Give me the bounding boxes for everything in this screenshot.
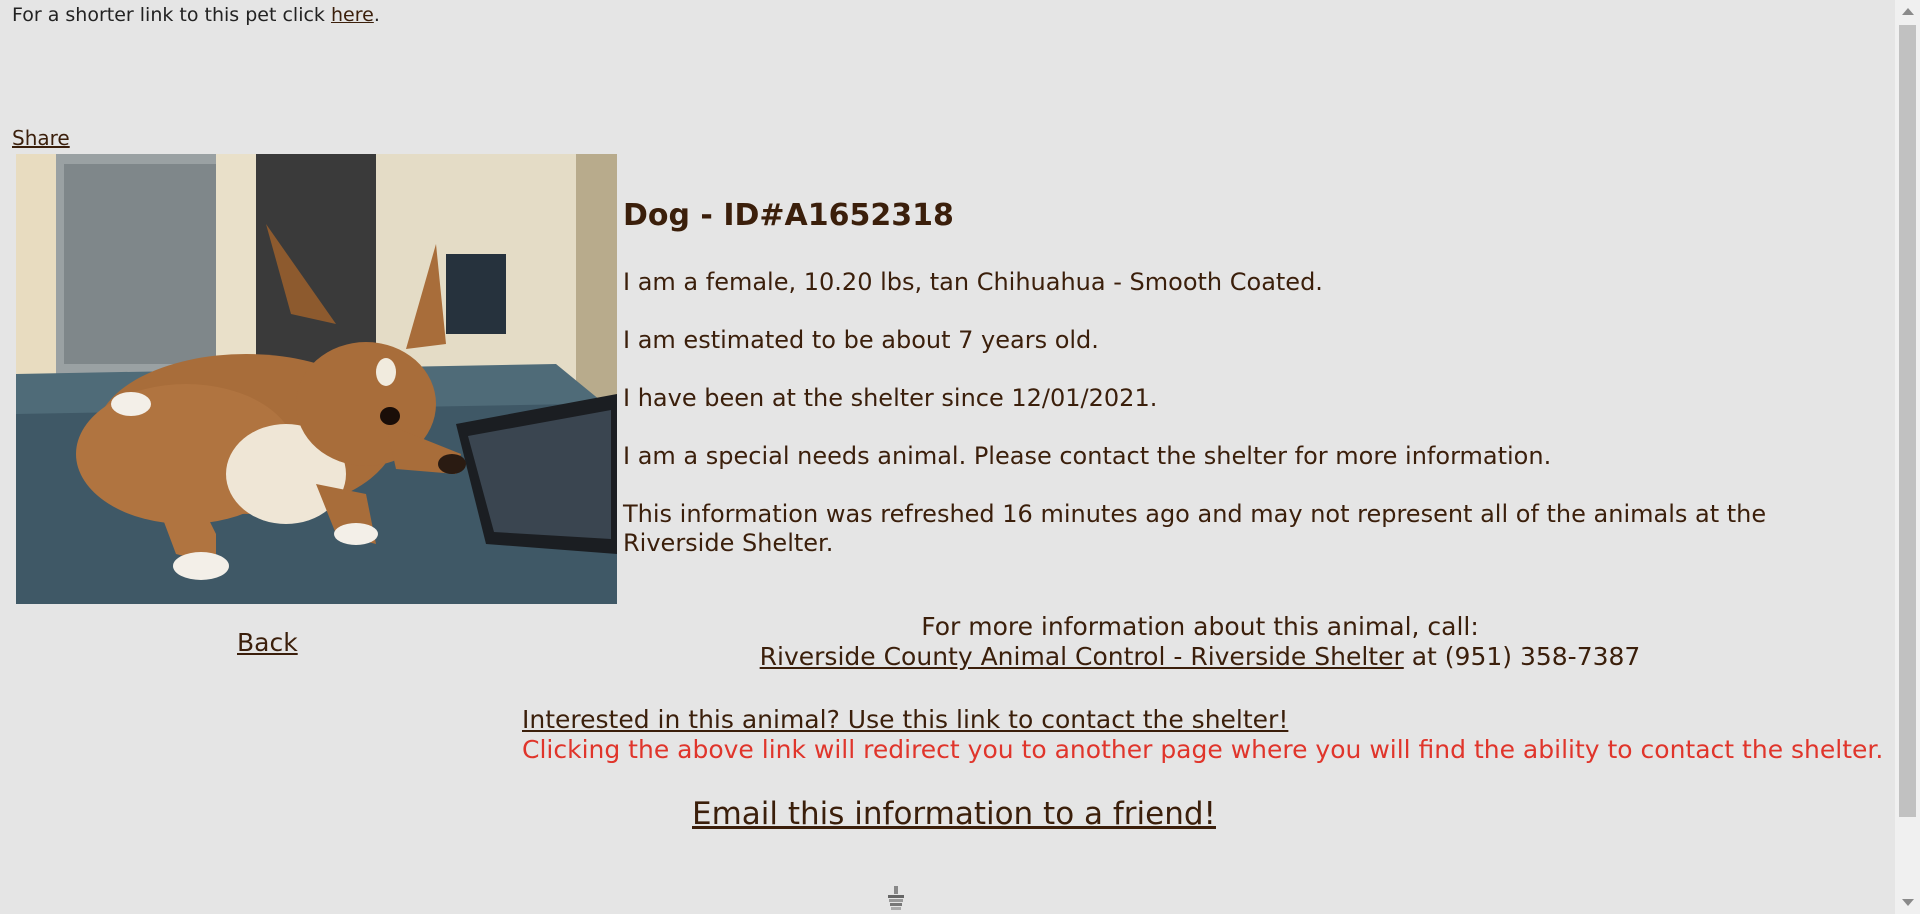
pet-description: I am a female, 10.20 lbs, tan Chihuahua … <box>623 268 1323 296</box>
scrollbar-thumb[interactable] <box>1899 25 1916 817</box>
pet-info: Dog - ID#A1652318 I am a female, 10.20 l… <box>623 196 1823 587</box>
pet-photo <box>16 154 617 604</box>
pet-detail-page: For a shorter link to this pet click her… <box>0 0 1920 914</box>
pet-heading: Dog - ID#A1652318 <box>623 198 954 233</box>
shelter-link[interactable]: Riverside County Animal Control - Rivers… <box>760 642 1404 671</box>
short-link-line: For a shorter link to this pet click her… <box>12 4 380 26</box>
redirect-warning: Clicking the above link will redirect yo… <box>522 735 1884 764</box>
vertical-scrollbar[interactable] <box>1895 0 1920 914</box>
back-link[interactable]: Back <box>237 628 298 657</box>
shelter-phone: at (951) 358-7387 <box>1403 642 1641 671</box>
short-link-suffix: . <box>373 4 380 26</box>
call-info: For more information about this animal, … <box>620 612 1780 672</box>
scroll-down-arrow-icon[interactable] <box>1902 899 1914 906</box>
short-link-here[interactable]: here <box>331 4 374 26</box>
pet-age: I am estimated to be about 7 years old. <box>623 326 1099 354</box>
loading-spinner-icon <box>886 886 906 912</box>
share-link[interactable]: Share <box>12 126 70 150</box>
contact-shelter-block: Interested in this animal? Use this link… <box>522 705 1883 765</box>
short-link-prefix: For a shorter link to this pet click <box>12 4 331 26</box>
pet-shelter-since: I have been at the shelter since 12/01/2… <box>623 384 1158 412</box>
pet-special-needs: I am a special needs animal. Please cont… <box>623 442 1552 470</box>
call-line: For more information about this animal, … <box>921 612 1479 641</box>
pet-refresh-note: This information was refreshed 16 minute… <box>623 500 1767 557</box>
contact-shelter-link[interactable]: Interested in this animal? Use this link… <box>522 705 1288 734</box>
email-friend-link[interactable]: Email this information to a friend! <box>692 796 1216 832</box>
scroll-up-arrow-icon[interactable] <box>1902 8 1914 15</box>
shelter-contact-line: Riverside County Animal Control - Rivers… <box>620 642 1780 672</box>
